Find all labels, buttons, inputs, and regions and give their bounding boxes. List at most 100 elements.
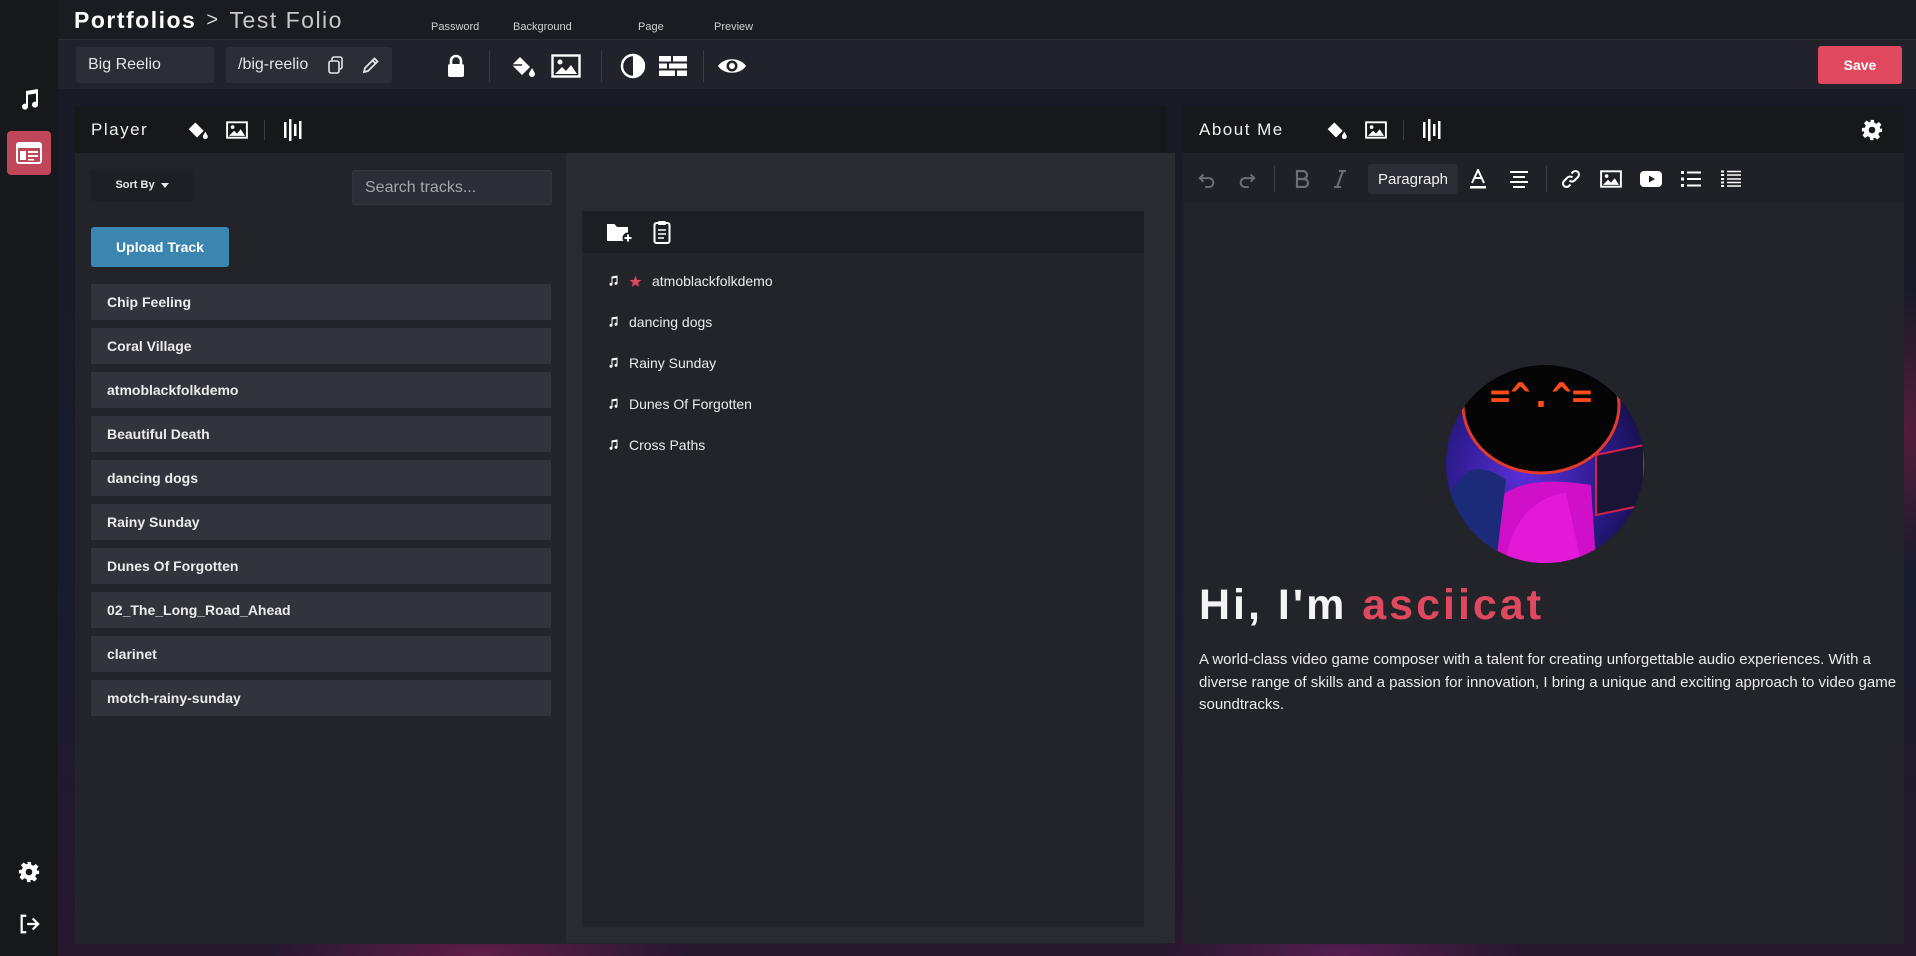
breadcrumb: Portfolios > Test Folio [74,5,343,35]
copy-icon[interactable] [328,56,344,74]
paint-bucket-icon [508,54,536,78]
track-item[interactable]: dancing dogs [91,460,551,496]
paint-bucket-icon [1324,120,1348,140]
image-icon [1600,170,1622,188]
track-item[interactable]: motch-rainy-sunday [91,680,551,716]
player-panel-header: Player [75,106,1167,153]
track-search-input[interactable] [352,170,552,205]
page-layout-button[interactable] [658,52,688,80]
paragraph-style-select[interactable]: Paragraph [1368,164,1458,194]
playlist-item-label: atmoblackfolkdemo [652,273,773,289]
insert-image-button[interactable] [1598,166,1624,192]
about-panel-header: About Me [1183,106,1904,153]
heading-prefix: Hi, I'm [1199,581,1363,629]
playlist-item-label: dancing dogs [629,314,713,330]
playlist-item-label: Cross Paths [629,437,706,453]
portfolio-layout-icon [16,142,42,164]
preview-label: Preview [714,21,754,33]
playlist-item[interactable]: Cross Paths [607,433,705,457]
track-item[interactable]: 02_The_Long_Road_Ahead [91,592,551,628]
track-item[interactable]: Beautiful Death [91,416,551,452]
paint-bucket-icon [185,120,209,140]
lock-icon [446,54,466,78]
track-item[interactable]: Coral Village [91,328,551,364]
portfolio-name-input[interactable] [88,56,214,74]
youtube-icon [1640,171,1662,187]
text-color-button[interactable] [1465,166,1491,192]
playlist-item[interactable]: dancing dogs [607,310,712,334]
italic-icon [1333,170,1347,188]
track-item[interactable]: Chip Feeling [91,284,551,320]
breadcrumb-current: Test Folio [229,6,343,33]
track-item[interactable]: atmoblackfolkdemo [91,372,551,408]
breadcrumb-portfolios-link[interactable]: Portfolios [74,7,196,34]
about-background-color-button[interactable] [1323,117,1349,143]
align-center-button[interactable] [1506,166,1532,192]
avatar: =^.^= [1446,365,1644,563]
clipboard-icon[interactable] [653,220,671,244]
star-icon[interactable] [629,275,642,288]
portfolio-slug-text: /big-reelio [238,56,309,73]
playlist-item-label: Rainy Sunday [629,355,717,371]
eye-icon [717,56,747,76]
preview-button[interactable] [717,52,747,80]
playlist-item[interactable]: Rainy Sunday [607,351,716,375]
page-theme-button[interactable] [618,52,648,80]
top-bar: Portfolios > Test Folio Password Backgro… [58,0,1916,89]
music-note-icon [607,439,619,451]
about-visualizer-button[interactable] [1419,117,1445,143]
portfolio-name-field[interactable] [76,47,214,83]
text-color-icon [1469,169,1487,189]
rail-music-button[interactable] [7,78,51,122]
playlist-item[interactable]: Dunes Of Forgotten [607,392,752,416]
rail-portfolio-button[interactable] [7,131,51,175]
layout-grid-icon [659,56,687,76]
rail-settings-button[interactable] [7,850,51,894]
avatar-face-text: =^.^= [1490,376,1592,416]
password-lock-button[interactable] [441,52,471,80]
add-folder-icon[interactable] [606,220,634,244]
music-note-icon [607,316,619,328]
header-divider [264,120,265,140]
about-background-image-button[interactable] [1363,117,1389,143]
about-title: About Me [1199,120,1284,139]
playlist: atmoblackfolkdemo dancing dogs Rainy Sun… [582,211,1144,927]
player-visualizer-button[interactable] [280,117,306,143]
rail-logout-button[interactable] [7,902,51,946]
background-color-button[interactable] [507,52,537,80]
track-item[interactable]: Dunes Of Forgotten [91,548,551,584]
undo-button[interactable] [1194,166,1220,192]
track-library: Sort By Upload Track Chip Feeling Coral … [75,153,566,943]
player-background-image-button[interactable] [224,117,250,143]
numbered-list-button[interactable] [1718,166,1744,192]
about-settings-button[interactable] [1859,117,1885,143]
about-editor[interactable]: =^.^= Hi, I'm asciicat A world-class vid… [1183,203,1904,943]
gear-icon [18,861,40,883]
track-item[interactable]: clarinet [91,636,551,672]
bold-button[interactable] [1289,166,1315,192]
about-heading: Hi, I'm asciicat [1199,581,1544,630]
edit-pencil-icon[interactable] [362,56,380,74]
track-item[interactable]: Rainy Sunday [91,504,551,540]
bold-icon [1294,170,1310,188]
background-image-button[interactable] [551,52,581,80]
portfolio-slug-field[interactable]: /big-reelio [226,47,392,83]
rich-text-toolbar: Paragraph [1183,153,1904,203]
playlist-item-label: Dunes Of Forgotten [629,396,752,412]
sort-by-label: Sort By [115,179,155,191]
sort-by-dropdown[interactable]: Sort By [91,169,193,201]
image-icon [551,54,581,78]
undo-icon [1198,170,1216,188]
save-button[interactable]: Save [1818,46,1902,84]
password-label: Password [431,21,480,33]
playlist-item[interactable]: atmoblackfolkdemo [607,269,773,293]
redo-button[interactable] [1234,166,1260,192]
player-background-color-button[interactable] [184,117,210,143]
italic-button[interactable] [1327,166,1353,192]
upload-track-button[interactable]: Upload Track [91,227,229,267]
insert-video-button[interactable] [1638,166,1664,192]
insert-link-button[interactable] [1558,166,1584,192]
breadcrumb-separator: > [206,8,220,31]
toolbar-divider [703,50,704,82]
bullet-list-button[interactable] [1678,166,1704,192]
